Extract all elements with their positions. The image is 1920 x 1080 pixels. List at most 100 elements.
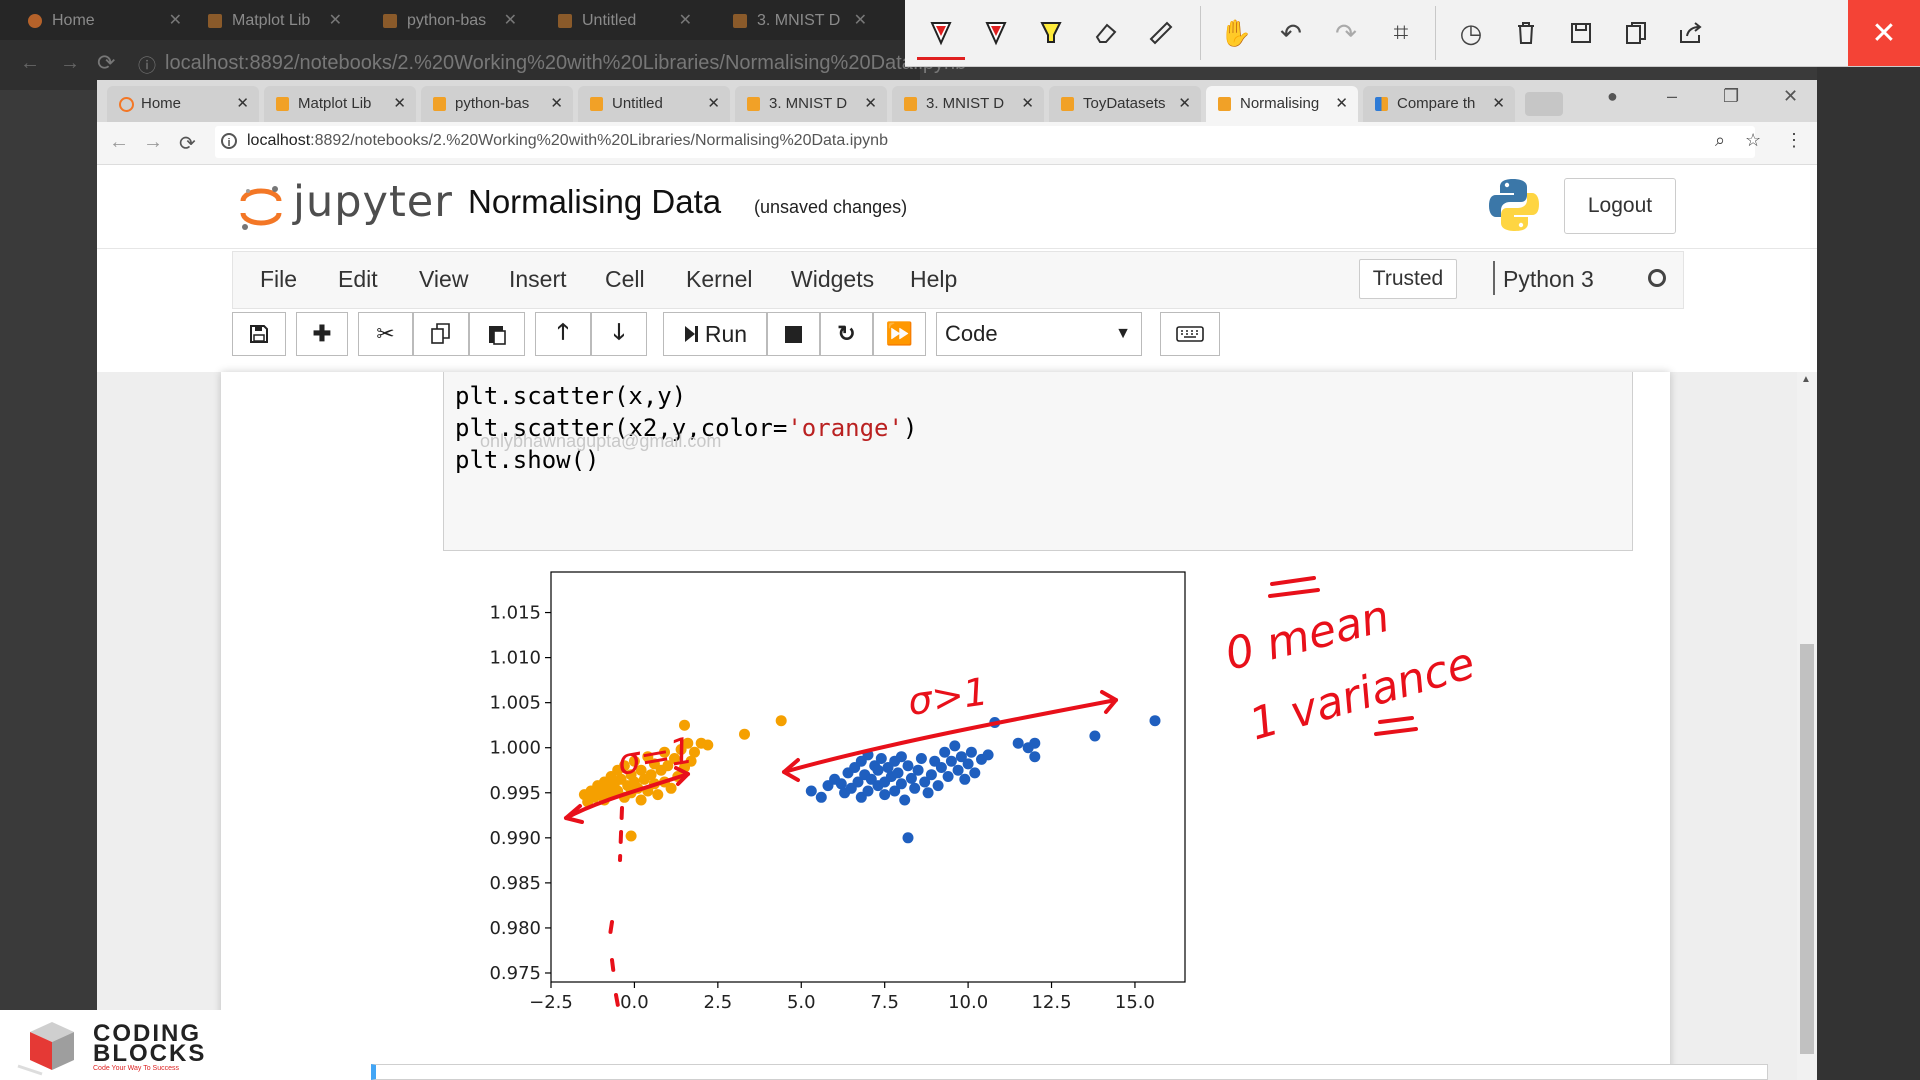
interrupt-button[interactable] <box>767 312 820 356</box>
close-icon[interactable]: ✕ <box>1492 86 1505 122</box>
menu-file[interactable]: File <box>260 266 297 293</box>
ruler-icon[interactable] <box>1137 9 1185 57</box>
code-string: 'orange' <box>787 414 903 442</box>
data-point <box>665 782 677 794</box>
share-icon[interactable] <box>1667 9 1715 57</box>
menu-icon[interactable]: ⋮ <box>1785 130 1803 151</box>
menu-edit[interactable]: Edit <box>338 266 378 293</box>
pen-red-icon[interactable] <box>917 9 965 60</box>
close-icon[interactable]: ✕ <box>1335 86 1348 122</box>
close-icon[interactable]: ✕ <box>1178 86 1191 122</box>
minimize-icon[interactable]: – <box>1667 86 1677 107</box>
trusted-indicator[interactable]: Trusted <box>1359 259 1457 299</box>
outer-tab[interactable]: Home ✕ <box>20 6 190 36</box>
history-icon[interactable]: ◷ <box>1447 9 1495 57</box>
restart-button[interactable]: ↻ <box>820 312 873 356</box>
outer-tab[interactable]: python-bas ✕ <box>375 6 525 36</box>
undo-icon[interactable]: ↶ <box>1267 9 1315 57</box>
close-icon[interactable]: ✕ <box>504 6 517 36</box>
jupyter-logo-icon[interactable] <box>239 183 283 231</box>
menu-view[interactable]: View <box>419 266 468 293</box>
info-icon[interactable]: i <box>221 133 237 149</box>
browser-tab-active[interactable]: Normalising ✕ <box>1206 86 1358 122</box>
scrollbar[interactable]: ▲ <box>1797 372 1817 1080</box>
outer-url[interactable]: localhost:8892/notebooks/2.%20Working%20… <box>165 52 966 75</box>
close-icon[interactable]: ✕ <box>1848 0 1920 66</box>
new-tab-button[interactable] <box>1525 92 1563 116</box>
copy-button[interactable] <box>413 312 469 356</box>
outer-tab[interactable]: Untitled ✕ <box>550 6 700 36</box>
crop-icon[interactable]: ⌗ <box>1377 9 1425 57</box>
browser-tab[interactable]: Compare th ✕ <box>1363 86 1515 122</box>
close-icon[interactable]: ✕ <box>329 6 342 36</box>
browser-tab[interactable]: Home ✕ <box>107 86 259 122</box>
pen-red-icon[interactable] <box>972 9 1020 57</box>
browser-tab[interactable]: 3. MNIST D ✕ <box>735 86 887 122</box>
reload-icon[interactable]: ⟳ <box>179 131 196 156</box>
back-icon[interactable]: ← <box>109 131 129 154</box>
forward-icon[interactable]: → <box>143 131 163 154</box>
command-palette-button[interactable] <box>1160 312 1220 356</box>
jupyter-logo-text[interactable]: jupyter <box>293 177 453 227</box>
highlighter-icon[interactable] <box>1027 9 1075 57</box>
scrollbar-thumb[interactable] <box>1800 644 1814 1054</box>
touch-icon[interactable]: ✋ <box>1212 9 1260 57</box>
scroll-up-icon[interactable]: ▲ <box>1801 374 1811 385</box>
data-point <box>879 789 891 801</box>
close-icon[interactable]: ✕ <box>707 86 720 122</box>
kernel-name[interactable]: Python 3 <box>1503 266 1594 293</box>
cell-type-select[interactable]: Code ▼ <box>936 312 1142 356</box>
browser-tab[interactable]: python-bas ✕ <box>421 86 573 122</box>
profile-icon[interactable]: ● <box>1607 86 1618 107</box>
menu-help[interactable]: Help <box>910 266 957 293</box>
trash-icon[interactable] <box>1502 9 1550 57</box>
move-up-button[interactable]: 🡑 <box>535 312 591 356</box>
run-button[interactable]: Run <box>663 312 767 356</box>
redo-icon[interactable]: ↷ <box>1322 9 1370 57</box>
browser-tab[interactable]: 3. MNIST D ✕ <box>892 86 1044 122</box>
close-icon[interactable]: ✕ <box>550 86 563 122</box>
next-cell[interactable] <box>371 1064 1768 1080</box>
menu-kernel[interactable]: Kernel <box>686 266 752 293</box>
browser-tab[interactable]: Untitled ✕ <box>578 86 730 122</box>
restart-run-all-button[interactable]: ⏩ <box>873 312 926 356</box>
menu-widgets[interactable]: Widgets <box>791 266 874 293</box>
browser-tab[interactable]: ToyDatasets ✕ <box>1049 86 1201 122</box>
save-icon[interactable] <box>1557 9 1605 57</box>
notebook-title[interactable]: Normalising Data <box>468 183 721 221</box>
close-icon[interactable]: ✕ <box>393 86 406 122</box>
code-text: ) <box>902 414 918 442</box>
star-icon[interactable]: ☆ <box>1745 130 1761 151</box>
notebook-icon <box>733 14 747 28</box>
close-icon[interactable]: ✕ <box>236 86 249 122</box>
close-icon[interactable]: ✕ <box>679 6 692 36</box>
outer-tab[interactable]: 3. MNIST D ✕ <box>725 6 875 36</box>
forward-icon[interactable]: → <box>60 52 80 75</box>
close-icon[interactable]: ✕ <box>864 86 877 122</box>
menu-cell[interactable]: Cell <box>605 266 645 293</box>
outer-tab[interactable]: Matplot Lib ✕ <box>200 6 350 36</box>
move-down-button[interactable]: 🡓 <box>591 312 647 356</box>
url-field[interactable]: i localhost:8892/notebooks/2.%20Working%… <box>215 126 1755 158</box>
eraser-icon[interactable] <box>1082 9 1130 57</box>
close-icon[interactable]: ✕ <box>1783 86 1798 107</box>
notebook-icon <box>747 97 760 111</box>
notebook-icon <box>904 97 917 111</box>
save-button[interactable] <box>232 312 286 356</box>
reload-icon[interactable]: ⟳ <box>97 50 115 76</box>
logout-button[interactable]: Logout <box>1564 178 1676 234</box>
zoom-icon[interactable]: ⌕ <box>1715 130 1725 151</box>
browser-tab[interactable]: Matplot Lib ✕ <box>264 86 416 122</box>
insert-cell-button[interactable]: ✚ <box>296 312 348 356</box>
x-tick-label: 0.0 <box>620 992 649 1013</box>
cut-button[interactable]: ✂ <box>358 312 413 356</box>
copy-icon[interactable] <box>1612 9 1660 57</box>
close-icon[interactable]: ✕ <box>169 6 182 36</box>
restore-icon[interactable]: ❐ <box>1723 86 1739 107</box>
close-icon[interactable]: ✕ <box>854 6 867 36</box>
code-cell[interactable]: plt.scatter(x,y) plt.scatter(x2,y,color=… <box>443 372 1633 551</box>
close-icon[interactable]: ✕ <box>1021 86 1034 122</box>
back-icon[interactable]: ← <box>20 52 40 75</box>
menu-insert[interactable]: Insert <box>509 266 567 293</box>
paste-button[interactable] <box>469 312 525 356</box>
